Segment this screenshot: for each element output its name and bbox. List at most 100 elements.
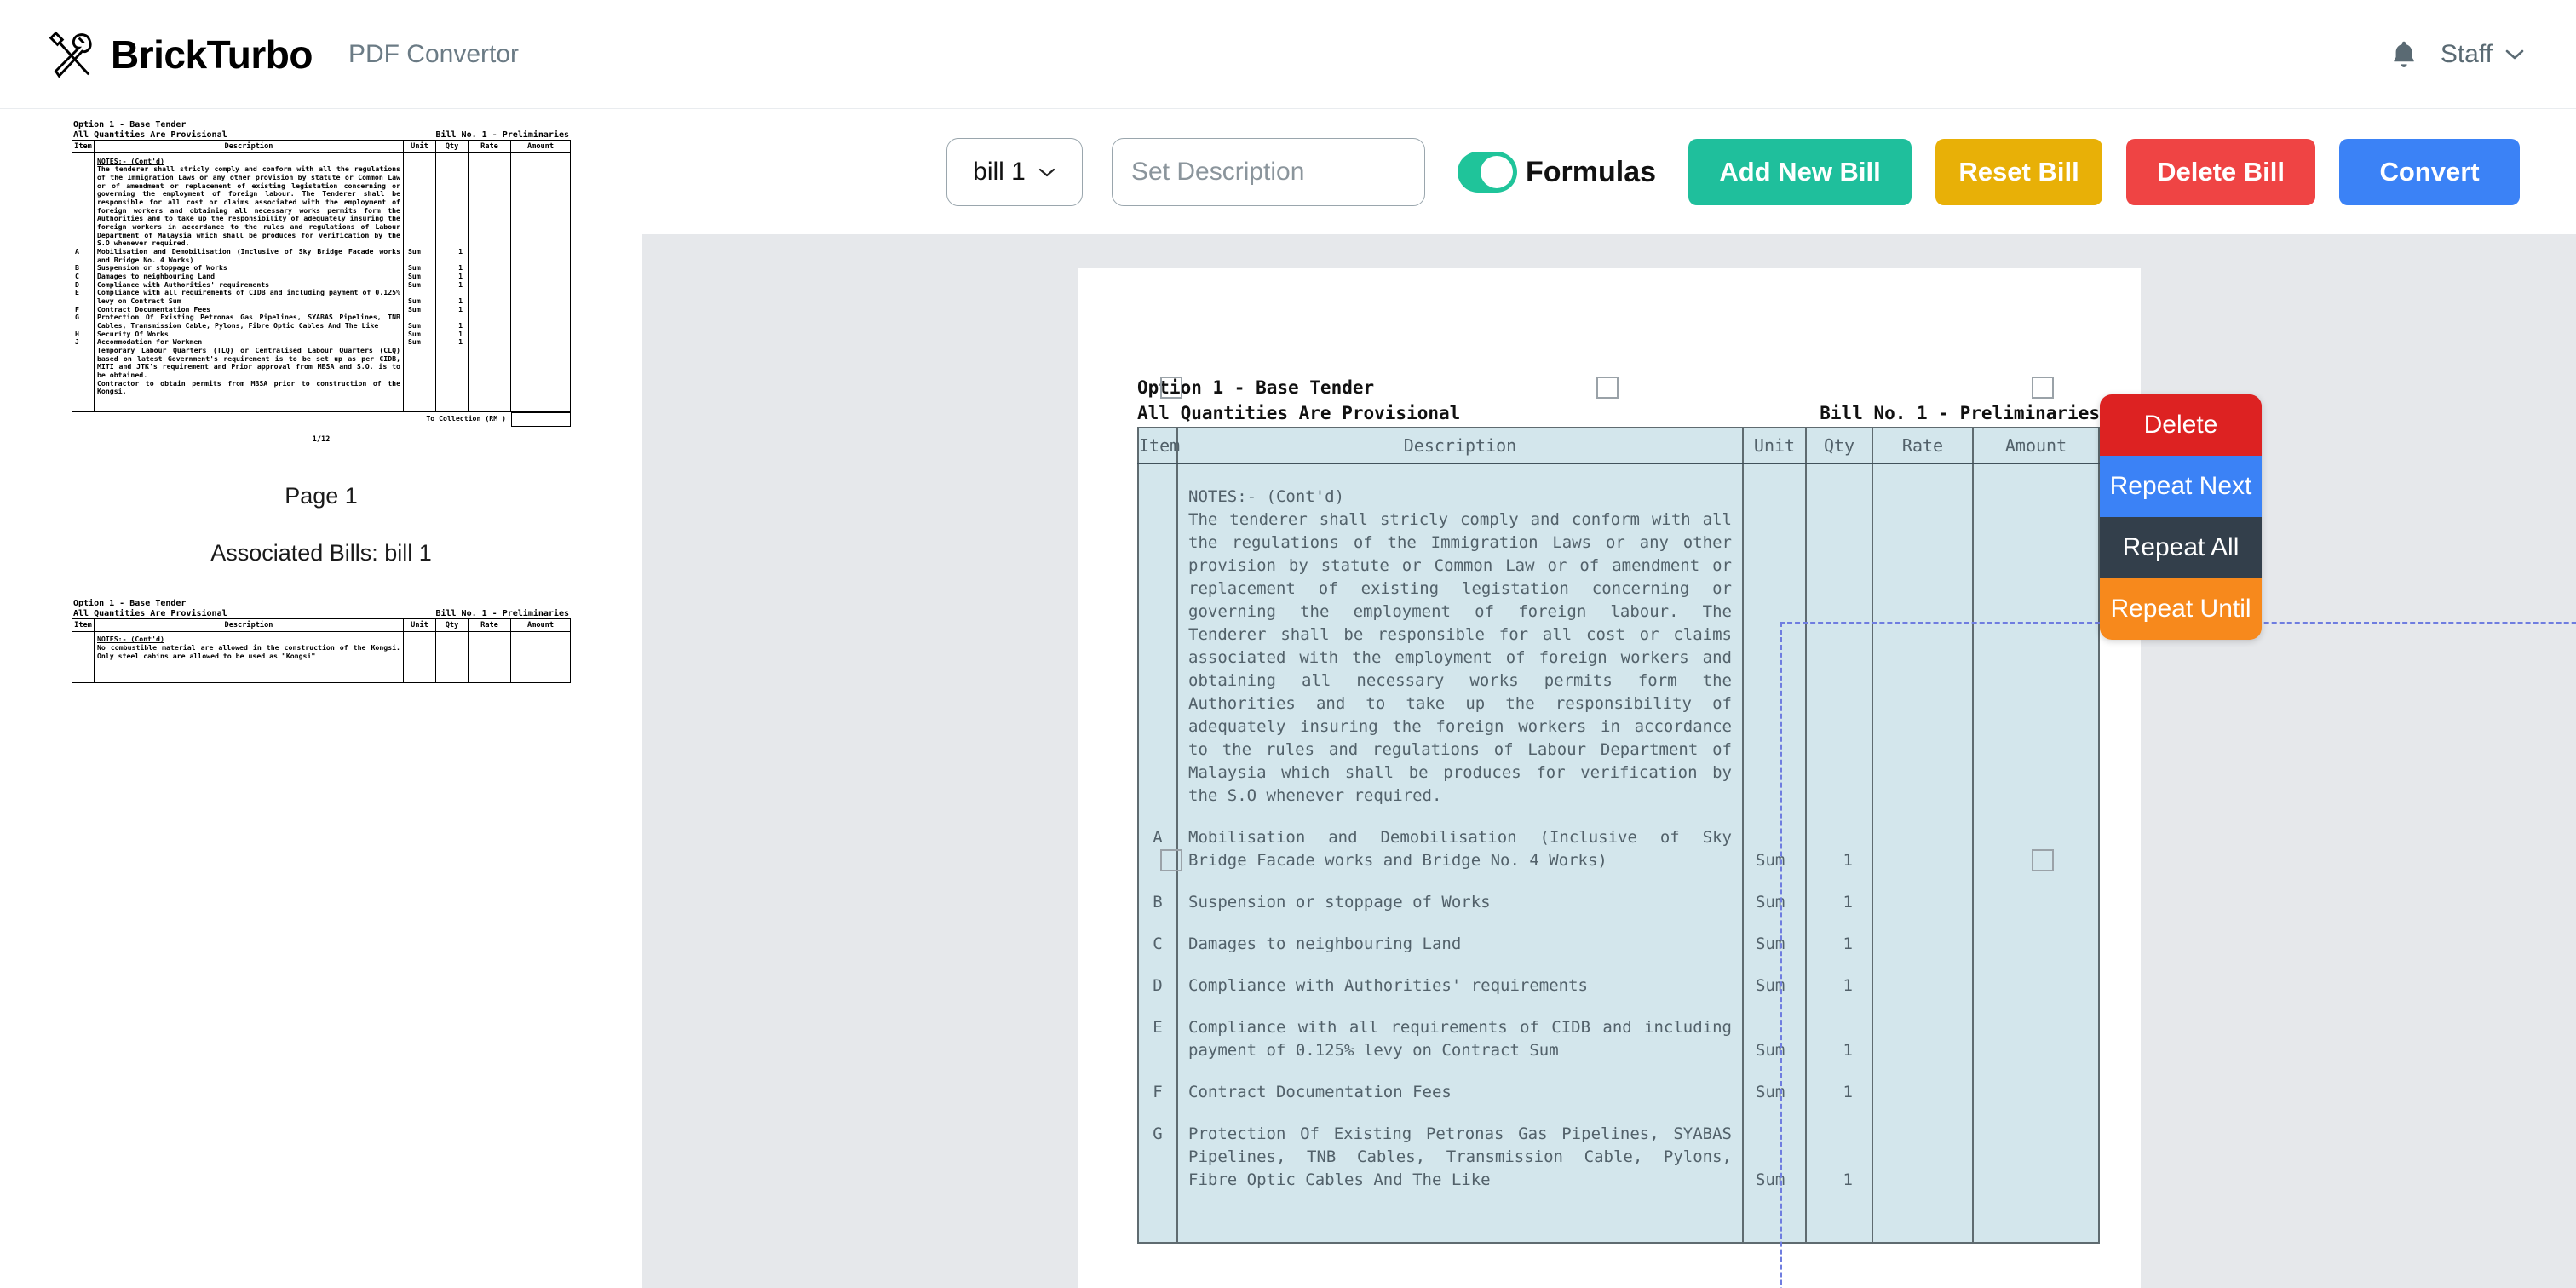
- thumb1-row-qty: 1: [435, 313, 469, 331]
- table-row[interactable]: D Compliance with Authorities' requireme…: [1137, 974, 2100, 998]
- thumb1-row-qty: 1: [435, 264, 469, 273]
- thumb2-subtitle-right: Bill No. 1 - Preliminaries: [435, 608, 569, 618]
- thumb2-header-row: Item Description Unit Qty Rate Amount: [72, 618, 571, 632]
- thumb1-row-qty: 1: [435, 338, 469, 348]
- resize-handle-top-left[interactable]: [1160, 377, 1182, 399]
- table-row[interactable]: F Contract Documentation Fees Sum 1: [1137, 1080, 2100, 1104]
- thumb2-table: Item Description Unit Qty Rate Amount NO: [72, 618, 571, 684]
- thumb1-row-item: G: [72, 313, 95, 331]
- bill-selector[interactable]: bill 1: [946, 138, 1083, 206]
- table-row: Temporary Labour Quarters (TLQ) or Centr…: [72, 346, 571, 380]
- doc-row-amount: [1972, 1080, 2100, 1104]
- resize-handle-top-right[interactable]: [2032, 377, 2054, 399]
- table-row[interactable]: B Suspension or stoppage of Works Sum 1: [1137, 890, 2100, 914]
- header-right: Staff: [2389, 39, 2525, 70]
- resize-handle-middle-right[interactable]: [2032, 849, 2054, 871]
- user-name: Staff: [2440, 39, 2493, 68]
- doc-row-amount: [1972, 1015, 2100, 1062]
- doc-notes-heading: NOTES:- (Cont'd): [1188, 487, 1345, 507]
- thumb1-row-qty: 1: [435, 305, 469, 314]
- page-thumbnail-panel[interactable]: Option 1 - Base Tender All Quantities Ar…: [0, 110, 642, 1288]
- doc-row-rate: [1872, 890, 1974, 914]
- reset-bill-button[interactable]: Reset Bill: [1935, 139, 2103, 205]
- doc-row-description: Contract Documentation Fees: [1176, 1080, 1744, 1104]
- thumb1-trailing-note-2: Contractor to obtain permits from MBSA p…: [94, 379, 404, 397]
- doc-row-unit: Sum: [1742, 1015, 1807, 1062]
- thumb1-col-item: Item: [72, 140, 95, 154]
- context-menu-repeat-all[interactable]: Repeat All: [2100, 517, 2262, 578]
- doc-row-qty: 1: [1805, 1122, 1873, 1192]
- table-row: G Protection Of Existing Petronas Gas Pi…: [72, 313, 571, 331]
- app-subtitle: PDF Convertor: [348, 39, 520, 68]
- thumb2-title: Option 1 - Base Tender: [73, 598, 187, 608]
- resize-handle-middle-left[interactable]: [1160, 849, 1182, 871]
- formulas-toggle-group[interactable]: Formulas: [1458, 152, 1656, 193]
- doc-row-rate: [1872, 1122, 1974, 1192]
- resize-handle-top-center[interactable]: [1596, 377, 1619, 399]
- thumb1-row-desc: Protection Of Existing Petronas Gas Pipe…: [94, 313, 404, 331]
- thumb1-row-item: J: [72, 338, 95, 348]
- page-thumbnail-2[interactable]: Option 1 - Base Tender All Quantities Ar…: [72, 598, 571, 684]
- doc-row-item: D: [1137, 974, 1178, 998]
- context-menu-repeat-next[interactable]: Repeat Next: [2100, 456, 2262, 517]
- doc-row-item: B: [1137, 890, 1178, 914]
- table-row: [1137, 1191, 2100, 1243]
- doc-notes-body-row[interactable]: The tenderer shall stricly comply and co…: [1137, 509, 2100, 808]
- doc-row-unit: Sum: [1742, 890, 1807, 914]
- table-row: [72, 396, 571, 412]
- delete-bill-button[interactable]: Delete Bill: [2126, 139, 2316, 205]
- doc-col-item: Item: [1137, 428, 1180, 465]
- table-row[interactable]: G Protection Of Existing Petronas Gas Pi…: [1137, 1122, 2100, 1192]
- table-row: Contractor to obtain permits from MBSA p…: [72, 379, 571, 397]
- convert-button[interactable]: Convert: [2339, 139, 2521, 205]
- doc-subtitle-left: All Quantities Are Provisional: [1137, 403, 1461, 423]
- thumb2-notes-body: No combustible material are allowed in t…: [94, 643, 404, 683]
- doc-table[interactable]: Item Description Unit Qty Rate Amount NO: [1137, 427, 2100, 1244]
- table-row: [1137, 463, 2100, 486]
- table-row: [1137, 997, 2100, 1016]
- doc-row-unit: Sum: [1742, 932, 1807, 956]
- doc-row-rate: [1872, 1015, 1974, 1062]
- document-page[interactable]: Option 1 - Base Tender All Quantities Ar…: [1078, 268, 2141, 1288]
- user-menu[interactable]: Staff: [2441, 40, 2525, 69]
- doc-row-qty: 1: [1805, 890, 1873, 914]
- doc-row-amount: [1972, 1122, 2100, 1192]
- table-row[interactable]: E Compliance with all requirements of CI…: [1137, 1015, 2100, 1062]
- add-new-bill-button[interactable]: Add New Bill: [1688, 139, 1912, 205]
- doc-row-amount: [1972, 974, 2100, 998]
- thumb1-row-unit: Sum: [403, 247, 436, 265]
- context-menu-delete[interactable]: Delete: [2100, 394, 2262, 456]
- page-thumbnail-1[interactable]: Option 1 - Base Tender All Quantities Ar…: [72, 120, 571, 444]
- doc-row-amount: [1972, 890, 2100, 914]
- table-row: A Mobilisation and Demobilisation (Inclu…: [72, 247, 571, 265]
- formulas-toggle[interactable]: [1458, 152, 1517, 193]
- table-row: [1137, 807, 2100, 826]
- thumb1-row-qty: 1: [435, 289, 469, 306]
- doc-row-item: F: [1137, 1080, 1178, 1104]
- thumb1-collection-label: To Collection (RM ): [426, 413, 506, 423]
- thumb1-row-unit: Sum: [403, 338, 436, 348]
- doc-row-rate: [1872, 825, 1974, 872]
- table-row[interactable]: A Mobilisation and Demobilisation (Inclu…: [1137, 825, 2100, 872]
- doc-row-rate: [1872, 974, 1974, 998]
- thumb1-col-qty: Qty: [435, 140, 469, 154]
- thumb1-col-description: Description: [94, 140, 404, 154]
- bell-icon[interactable]: [2389, 39, 2418, 70]
- thumb1-trailing-note-1: Temporary Labour Quarters (TLQ) or Centr…: [94, 346, 404, 380]
- table-row: The tenderer shall stricly comply and co…: [72, 164, 571, 249]
- doc-notes-heading-row[interactable]: NOTES:- (Cont'd): [1137, 486, 2100, 509]
- thumb1-subtitle-right: Bill No. 1 - Preliminaries: [435, 130, 569, 140]
- doc-row-item: E: [1137, 1015, 1178, 1062]
- chevron-down-icon: [1038, 167, 1056, 178]
- thumb1-row-qty: 1: [435, 330, 469, 339]
- doc-row-qty: 1: [1805, 974, 1873, 998]
- table-row[interactable]: C Damages to neighbouring Land Sum 1: [1137, 932, 2100, 956]
- doc-row-unit: Sum: [1742, 1080, 1807, 1104]
- document-canvas[interactable]: Option 1 - Base Tender All Quantities Ar…: [642, 234, 2576, 1288]
- context-menu-repeat-until[interactable]: Repeat Until: [2100, 578, 2262, 640]
- cell-context-menu[interactable]: Delete Repeat Next Repeat All Repeat Unt…: [2100, 394, 2262, 640]
- table-row: No combustible material are allowed in t…: [72, 643, 571, 683]
- chevron-down-icon: [2504, 49, 2525, 60]
- description-input[interactable]: [1112, 138, 1425, 206]
- thumb1-page-number: 1/12: [312, 434, 331, 444]
